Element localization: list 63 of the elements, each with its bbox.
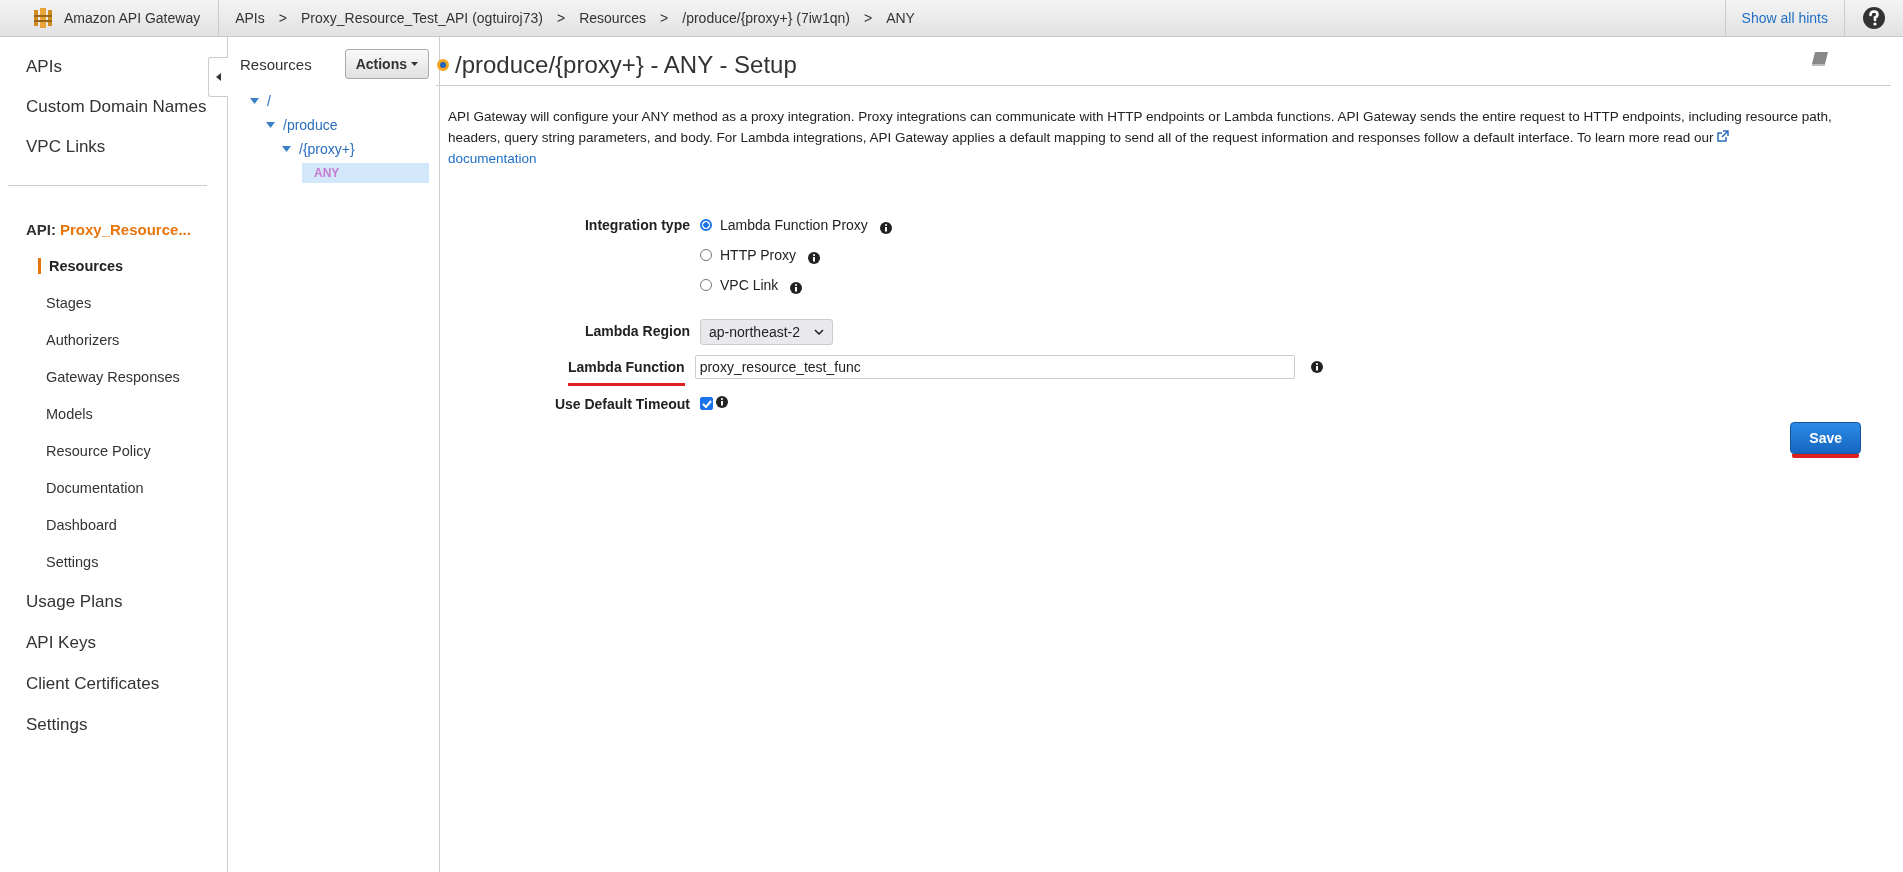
sidebar-item[interactable]: Usage Plans xyxy=(0,581,149,622)
sidebar-subitem[interactable]: Resource Policy xyxy=(0,433,151,470)
breadcrumb-link[interactable]: APIs xyxy=(235,10,265,26)
breadcrumb-separator: > xyxy=(660,10,669,26)
sidebar-subitem[interactable]: Authorizers xyxy=(0,322,120,359)
help-icon[interactable] xyxy=(1862,6,1886,30)
breadcrumb-link[interactable]: /produce/{proxy+} (7iw1qn) xyxy=(682,10,850,26)
radio-label[interactable]: VPC Link xyxy=(720,277,779,293)
region-dropdown[interactable]: ap-northeast-2 xyxy=(700,319,834,345)
caret-icon[interactable] xyxy=(282,146,291,152)
sidebar-item[interactable]: VPC Links xyxy=(0,127,132,167)
tree-item[interactable]: / xyxy=(267,93,271,109)
breadcrumb-separator: > xyxy=(278,10,287,26)
radio-label[interactable]: HTTP Proxy xyxy=(720,247,796,263)
sidebar-item[interactable]: API Keys xyxy=(0,622,122,663)
checkbox[interactable] xyxy=(700,397,713,410)
sidebar-subitem[interactable]: Gateway Responses xyxy=(0,359,180,396)
sidebar-subitem[interactable]: Dashboard xyxy=(0,507,117,544)
api-label: API: xyxy=(26,220,56,240)
radio-label[interactable]: Lambda Function Proxy xyxy=(720,217,868,233)
documentation-link[interactable]: documentation xyxy=(448,151,537,166)
caret-icon[interactable] xyxy=(266,122,275,128)
logo-icon xyxy=(32,7,54,29)
sidebar-subitem[interactable]: Documentation xyxy=(0,470,144,507)
breadcrumb-link[interactable]: Resources xyxy=(579,10,647,26)
breadcrumb-separator: > xyxy=(556,10,566,26)
field-label: Lambda Function xyxy=(568,355,685,386)
sidebar-subitem[interactable]: Resources xyxy=(38,258,124,274)
actions-button[interactable]: Actions xyxy=(344,49,429,79)
caret-icon xyxy=(814,329,825,335)
caret-icon[interactable] xyxy=(250,98,259,104)
sidebar-item[interactable]: APIs xyxy=(0,47,88,87)
field-label: Lambda Region xyxy=(584,322,690,341)
field-label: Integration type xyxy=(584,216,690,235)
description-text: API Gateway will configure your ANY method as a proxy integration. Proxy integrations can communicate with HTTP endpoints or Lambda functions. API Gateway sends the entire request to HTTP endpoints, including resource path, headers, query string parameters, and body. For Lambda integrations, API Gateway applies a default mapping to send all of the request information and responses follow a default interface. To learn more read our documentation xyxy=(448,108,1833,168)
sidebar-item[interactable]: Custom Domain Names xyxy=(0,87,233,127)
tree-item[interactable]: /produce xyxy=(283,117,338,133)
info-icon[interactable] xyxy=(790,282,803,294)
breadcrumb-link[interactable]: Proxy_Resource_Test_API (ogtuiroj73) xyxy=(300,10,543,26)
status-dot-icon xyxy=(436,58,450,72)
sidebar-subitem[interactable]: Settings xyxy=(0,544,99,581)
sidebar-subitem[interactable]: Stages xyxy=(0,285,92,322)
caret-icon xyxy=(411,62,418,66)
info-icon[interactable] xyxy=(879,222,892,234)
radio-button[interactable] xyxy=(700,219,712,231)
brand-link[interactable]: Amazon API Gateway xyxy=(64,10,201,26)
panel-title: Resources xyxy=(239,55,312,73)
info-icon[interactable] xyxy=(716,396,728,408)
tree-item[interactable]: /{proxy+} xyxy=(299,141,355,157)
page-title: /produce/{proxy+} - ANY - Setup xyxy=(455,51,798,79)
sidebar-item[interactable]: Client Certificates xyxy=(0,663,186,704)
sidebar-item[interactable]: Settings xyxy=(0,704,114,745)
show-hints-link[interactable]: Show all hints xyxy=(1724,0,1845,36)
sidebar-subitem[interactable]: Models xyxy=(0,396,93,433)
collapse-sidebar-button[interactable] xyxy=(208,57,228,97)
external-link-icon xyxy=(1717,130,1730,142)
breadcrumb-link[interactable]: ANY xyxy=(886,10,915,26)
caret-icon xyxy=(216,73,221,81)
breadcrumb-separator: > xyxy=(864,10,873,26)
info-icon[interactable] xyxy=(808,252,820,264)
info-icon[interactable] xyxy=(1310,361,1323,373)
lambda-function-input[interactable]: proxy_resource_test_func xyxy=(694,355,1295,379)
field-label: Use Default Timeout xyxy=(553,395,690,414)
